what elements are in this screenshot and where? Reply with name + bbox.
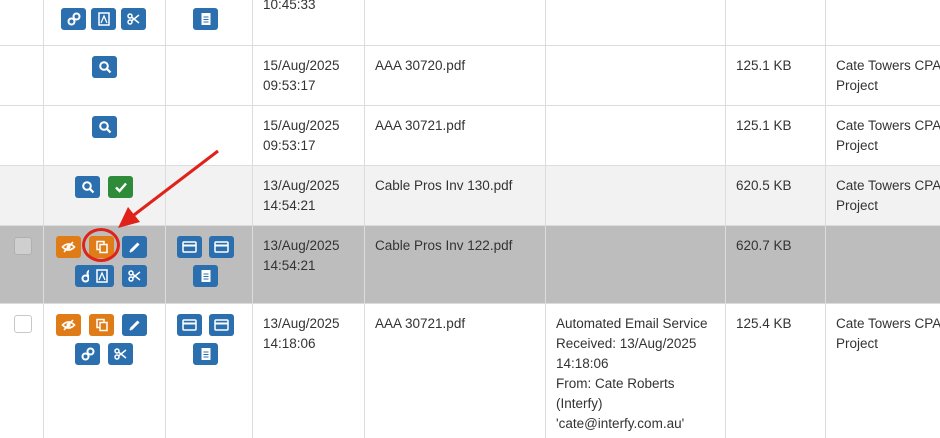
- approve-button[interactable]: [108, 176, 133, 198]
- document-icon: [201, 270, 210, 282]
- row-checkbox[interactable]: [14, 237, 32, 255]
- payment-button[interactable]: [177, 314, 202, 336]
- link-icon: [81, 347, 94, 361]
- document-button[interactable]: [193, 265, 218, 287]
- file-size: 620.5 KB: [736, 178, 792, 193]
- pdf-button[interactable]: [91, 8, 116, 30]
- pencil-icon: [128, 320, 140, 331]
- file-size: 125.1 KB: [736, 58, 792, 73]
- search-icon: [98, 121, 111, 134]
- row-time: 14:18:06: [263, 336, 316, 351]
- file-name: AAA 30721.pdf: [375, 118, 466, 133]
- card-icon: [214, 319, 229, 331]
- table-row: 13/Aug/2025 14:18:06 AAA 30721.pdf Automa…: [0, 304, 940, 438]
- card-icon: [182, 319, 197, 331]
- row-date: 13/Aug/2025: [263, 178, 340, 193]
- link-button[interactable]: [75, 343, 100, 365]
- payment-button[interactable]: [209, 314, 234, 336]
- table-row: 15/Aug/2025 09:53:17 AAA 30721.pdf 125.1 …: [0, 106, 940, 166]
- pencil-icon: [128, 242, 140, 253]
- project-name: Cate Towers CPAP: [836, 58, 940, 73]
- split-button[interactable]: [108, 343, 133, 365]
- check-icon: [114, 182, 127, 193]
- row-time: 09:53:17: [263, 78, 316, 93]
- split-button[interactable]: [121, 8, 146, 30]
- copy-icon: [95, 318, 108, 332]
- document-icon: [201, 13, 210, 25]
- row-date: 15/Aug/2025: [263, 118, 340, 133]
- row-time: 14:54:21: [263, 198, 316, 213]
- table-row: 10:45:33: [0, 0, 940, 46]
- card-icon: [214, 241, 229, 253]
- project-name: Cate Towers CPAP: [836, 316, 940, 331]
- view-button[interactable]: [92, 56, 117, 78]
- split-button[interactable]: [122, 265, 147, 287]
- row-checkbox[interactable]: [14, 315, 32, 333]
- edit-button[interactable]: [122, 314, 147, 336]
- document-button[interactable]: [193, 343, 218, 365]
- file-size: 125.4 KB: [736, 316, 792, 331]
- copy-button[interactable]: [89, 314, 114, 336]
- row-date: 13/Aug/2025: [263, 238, 340, 253]
- file-size: 125.1 KB: [736, 118, 792, 133]
- row-date: 15/Aug/2025: [263, 58, 340, 73]
- file-size: 620.7 KB: [736, 238, 792, 253]
- pdf-icon: [97, 12, 110, 26]
- row-date: 13/Aug/2025: [263, 316, 340, 331]
- document-button[interactable]: [193, 8, 218, 30]
- scissors-icon: [126, 13, 139, 25]
- project-name: Cate Towers CPAP: [836, 118, 940, 133]
- hide-icon: [61, 241, 76, 253]
- row-time: 10:45:33: [263, 0, 316, 12]
- table-row-selected: 13/Aug/2025 14:54:21 Cable Pros Inv 122.p…: [0, 226, 940, 304]
- card-icon: [182, 241, 197, 253]
- link-button[interactable]: [61, 8, 86, 30]
- edit-button[interactable]: [122, 236, 147, 258]
- annotation-circle: [82, 228, 120, 262]
- row-time: 14:54:21: [263, 258, 316, 273]
- payment-button[interactable]: [177, 236, 202, 258]
- search-icon: [81, 181, 94, 194]
- pdf-icon: [95, 269, 108, 283]
- file-name: AAA 30720.pdf: [375, 58, 466, 73]
- table-row: 13/Aug/2025 14:54:21 Cable Pros Inv 130.p…: [0, 166, 940, 226]
- link-icon: [67, 12, 80, 26]
- row-time: 09:53:17: [263, 138, 316, 153]
- file-name: AAA 30721.pdf: [375, 316, 466, 331]
- document-icon: [201, 348, 210, 360]
- search-icon: [98, 61, 111, 74]
- project-name: Cate Towers CPAP: [836, 178, 940, 193]
- source-info: Automated Email Service Received: 13/Aug…: [556, 316, 708, 431]
- payment-button[interactable]: [209, 236, 234, 258]
- pdf-button[interactable]: [89, 265, 114, 287]
- hide-button[interactable]: [56, 236, 81, 258]
- table-row: 15/Aug/2025 09:53:17 AAA 30720.pdf 125.1 …: [0, 46, 940, 106]
- file-name: Cable Pros Inv 130.pdf: [375, 178, 513, 193]
- file-name: Cable Pros Inv 122.pdf: [375, 238, 513, 253]
- hide-button[interactable]: [56, 314, 81, 336]
- view-button[interactable]: [92, 116, 117, 138]
- hide-icon: [61, 319, 76, 331]
- view-button[interactable]: [75, 176, 100, 198]
- scissors-icon: [127, 270, 140, 282]
- scissors-icon: [113, 348, 126, 360]
